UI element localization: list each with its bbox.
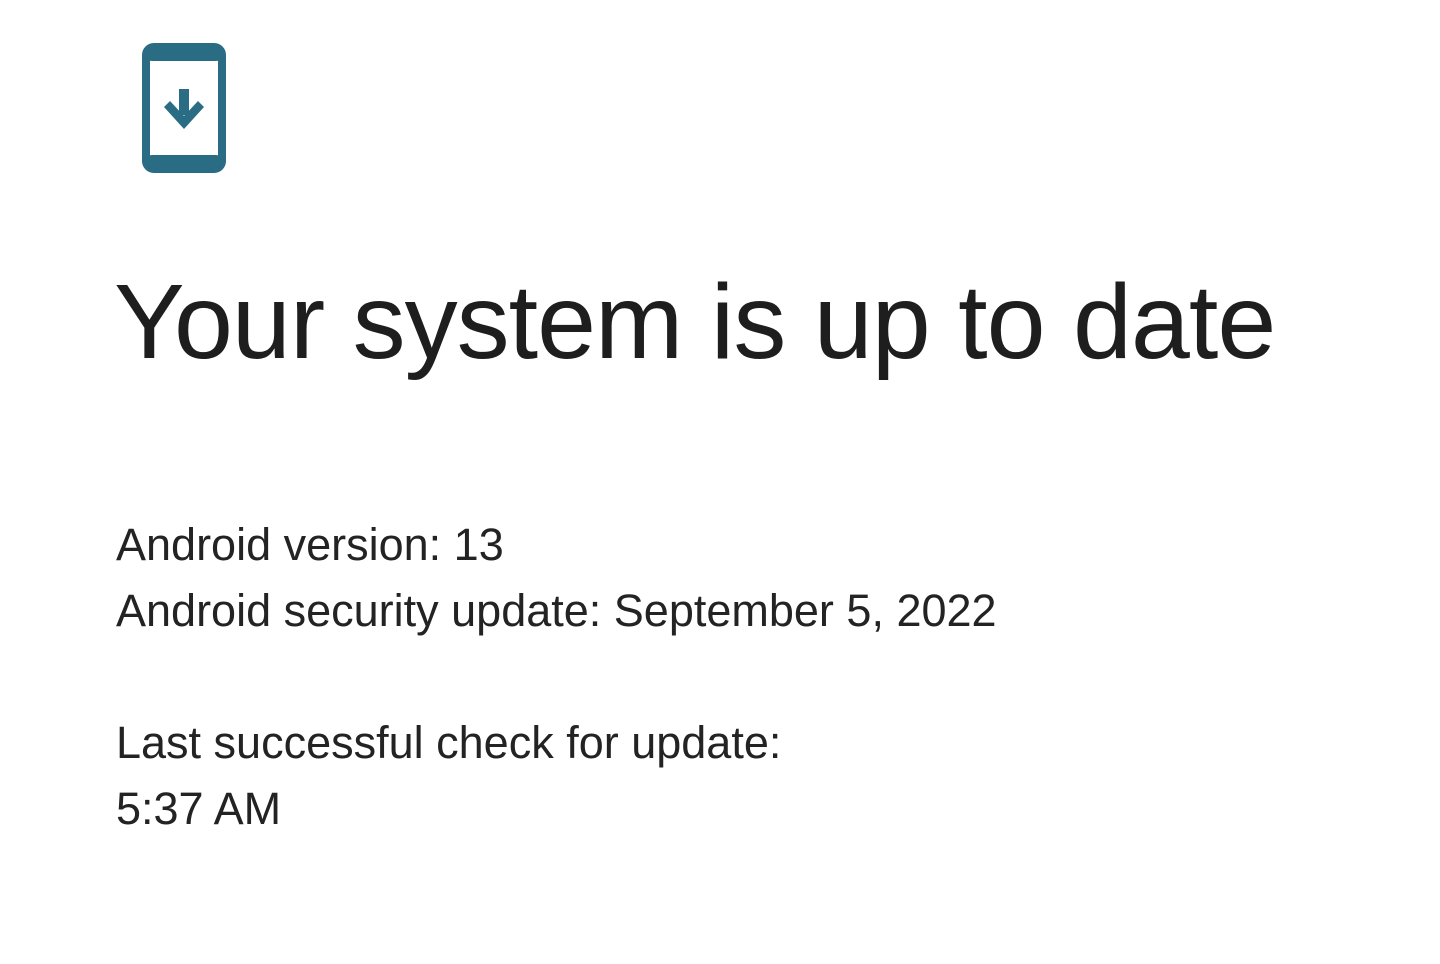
- version-info: Android version: 13 Android security upd…: [116, 512, 997, 644]
- last-check-info: Last successful check for update: 5:37 A…: [116, 710, 781, 842]
- status-title: Your system is up to date: [114, 263, 1276, 381]
- last-check-label: Last successful check for update:: [116, 717, 782, 768]
- security-update-text: Android security update: September 5, 20…: [116, 585, 997, 636]
- android-version-text: Android version: 13: [116, 519, 504, 570]
- last-check-time: 5:37 AM: [116, 783, 282, 834]
- system-update-icon: [142, 43, 226, 173]
